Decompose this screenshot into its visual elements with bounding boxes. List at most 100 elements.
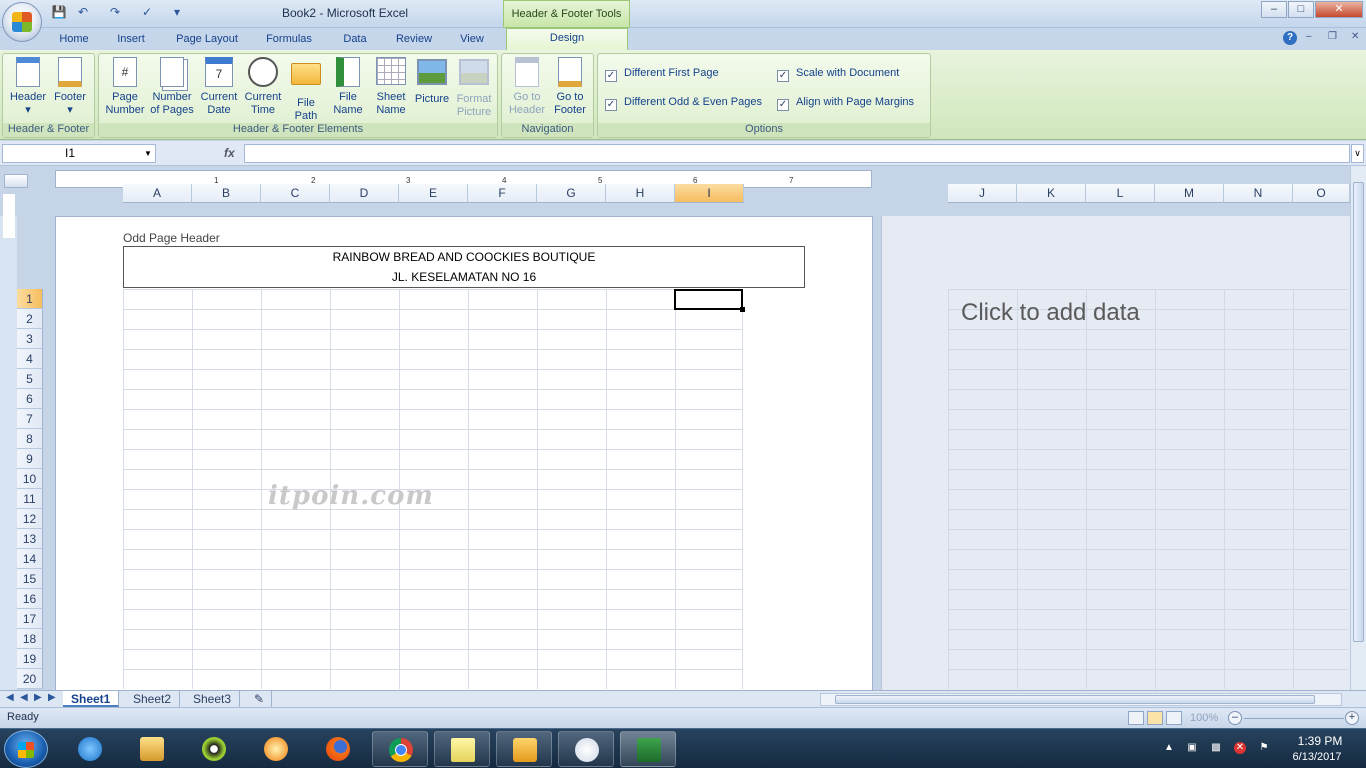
option-align-with-margins[interactable]: ✓ Align with Page Margins (777, 96, 914, 111)
minimize-button[interactable]: – (1261, 1, 1287, 18)
row-header[interactable]: 11 (17, 489, 43, 509)
zoom-slider[interactable] (1244, 718, 1344, 719)
row-header[interactable]: 18 (17, 629, 43, 649)
checkbox-scale-with-document[interactable]: ✓ (777, 70, 789, 82)
tab-page-layout[interactable]: Page Layout (166, 30, 248, 50)
row-header[interactable]: 15 (17, 569, 43, 589)
expand-formula-bar-icon[interactable]: ∨ (1351, 144, 1364, 163)
insert-function-icon[interactable]: fx (224, 146, 235, 160)
number-of-pages-button[interactable]: Number of Pages (149, 57, 195, 117)
show-hidden-icons-icon[interactable]: ▲ (1163, 742, 1175, 754)
tab-review[interactable]: Review (386, 30, 442, 50)
sticky-notes-icon[interactable] (434, 731, 490, 767)
column-header[interactable]: J (948, 184, 1017, 203)
webcam-app-icon[interactable] (186, 731, 242, 767)
column-header[interactable]: O (1293, 184, 1350, 203)
format-picture-button[interactable]: Format Picture (453, 57, 495, 119)
row-header-selected[interactable]: 1 (17, 289, 43, 309)
row-header[interactable]: 20 (17, 669, 43, 689)
tab-formulas[interactable]: Formulas (256, 30, 322, 50)
row-header[interactable]: 12 (17, 509, 43, 529)
prev-sheet-icon[interactable]: ◀ (20, 692, 28, 703)
row-header[interactable]: 16 (17, 589, 43, 609)
checkbox-align-with-margins[interactable]: ✓ (777, 99, 789, 111)
column-header[interactable]: G (537, 184, 606, 203)
row-header[interactable]: 3 (17, 329, 43, 349)
active-cell[interactable] (674, 289, 743, 310)
column-header-selected[interactable]: I (675, 184, 744, 203)
doc-minimize-icon[interactable]: – (1306, 31, 1312, 42)
help-icon[interactable]: ? (1283, 31, 1297, 45)
chrome-icon[interactable] (372, 731, 428, 767)
save-icon[interactable]: 💾 (50, 5, 68, 21)
network-signal-icon[interactable]: ▩ (1210, 742, 1222, 754)
row-header[interactable]: 17 (17, 609, 43, 629)
spelling-icon[interactable]: ✓ (138, 5, 156, 21)
sheet-tab-sheet1[interactable]: Sheet1 (63, 691, 120, 707)
row-header[interactable]: 6 (17, 389, 43, 409)
column-header[interactable]: D (330, 184, 399, 203)
checkbox-different-odd-even[interactable]: ✓ (605, 99, 617, 111)
row-header[interactable]: 5 (17, 369, 43, 389)
header-line-2[interactable]: JL. KESELAMATAN NO 16 (124, 270, 804, 284)
column-header[interactable]: A (123, 184, 192, 203)
row-header[interactable]: 9 (17, 449, 43, 469)
customize-qat-icon[interactable]: ▾ (168, 5, 186, 21)
paint-icon[interactable] (558, 731, 614, 767)
media-app-icon[interactable] (248, 731, 304, 767)
last-sheet-icon[interactable]: ▶ (48, 692, 56, 703)
column-header[interactable]: M (1155, 184, 1224, 203)
column-header[interactable]: B (192, 184, 261, 203)
tab-data[interactable]: Data (330, 30, 380, 50)
zoom-out-icon[interactable]: – (1228, 711, 1242, 725)
sheet-name-button[interactable]: Sheet Name (369, 57, 413, 117)
click-to-add-data[interactable]: Click to add data (961, 299, 1140, 327)
row-header[interactable]: 10 (17, 469, 43, 489)
page-layout-view-icon[interactable] (1147, 711, 1163, 725)
insert-sheet-icon[interactable]: ✎ (246, 691, 272, 707)
column-header[interactable]: C (261, 184, 330, 203)
header-line-1[interactable]: RAINBOW BREAD AND COOCKIES BOUTIQUE (124, 250, 804, 264)
vertical-scrollbar[interactable] (1350, 166, 1366, 690)
clock-time[interactable]: 1:39 PM (1290, 734, 1350, 748)
tab-design[interactable]: Design (506, 28, 628, 50)
first-sheet-icon[interactable]: ◀ (6, 692, 14, 703)
normal-view-icon[interactable] (1128, 711, 1144, 725)
tab-insert[interactable]: Insert (106, 30, 156, 50)
row-header[interactable]: 4 (17, 349, 43, 369)
formula-input[interactable] (244, 144, 1350, 163)
device-icon[interactable]: ▣ (1186, 742, 1198, 754)
tab-view[interactable]: View (448, 30, 496, 50)
redo-icon[interactable]: ↷ (106, 5, 124, 21)
header-button[interactable]: Header ▾ (7, 57, 49, 117)
maximize-button[interactable]: □ (1288, 1, 1314, 18)
zoom-in-icon[interactable]: + (1345, 711, 1359, 725)
checkbox-different-first-page[interactable]: ✓ (605, 70, 617, 82)
column-header[interactable]: F (468, 184, 537, 203)
column-header[interactable]: N (1224, 184, 1293, 203)
fill-handle[interactable] (740, 307, 745, 312)
footer-button[interactable]: Footer ▾ (49, 57, 91, 117)
sheet-tab-sheet3[interactable]: Sheet3 (185, 691, 241, 707)
zoom-level[interactable]: 100% (1190, 712, 1218, 724)
excel-taskbar-icon[interactable] (620, 731, 676, 767)
cell-grid-page-two[interactable] (948, 289, 1348, 689)
header-edit-box[interactable]: RAINBOW BREAD AND COOCKIES BOUTIQUE JL. … (123, 246, 805, 288)
antivirus-icon[interactable]: ✕ (1234, 742, 1246, 754)
row-header[interactable]: 2 (17, 309, 43, 329)
row-header[interactable]: 7 (17, 409, 43, 429)
sheet-tab-sheet2[interactable]: Sheet2 (125, 691, 181, 707)
picture-button[interactable]: Picture (411, 57, 453, 106)
outlook-icon[interactable] (496, 731, 552, 767)
column-header[interactable]: H (606, 184, 675, 203)
doc-restore-icon[interactable]: ❐ (1328, 31, 1337, 42)
next-sheet-icon[interactable]: ▶ (34, 692, 42, 703)
doc-close-icon[interactable]: ✕ (1351, 31, 1359, 42)
name-box-dropdown-icon[interactable]: ▼ (144, 149, 152, 158)
current-time-button[interactable]: Current Time (241, 57, 285, 117)
option-different-odd-even[interactable]: ✓ Different Odd & Even Pages (605, 96, 762, 111)
firefox-icon[interactable] (310, 731, 366, 767)
option-scale-with-document[interactable]: ✓ Scale with Document (777, 67, 899, 82)
internet-explorer-icon[interactable] (62, 731, 118, 767)
file-path-button[interactable]: File Path (285, 57, 327, 123)
